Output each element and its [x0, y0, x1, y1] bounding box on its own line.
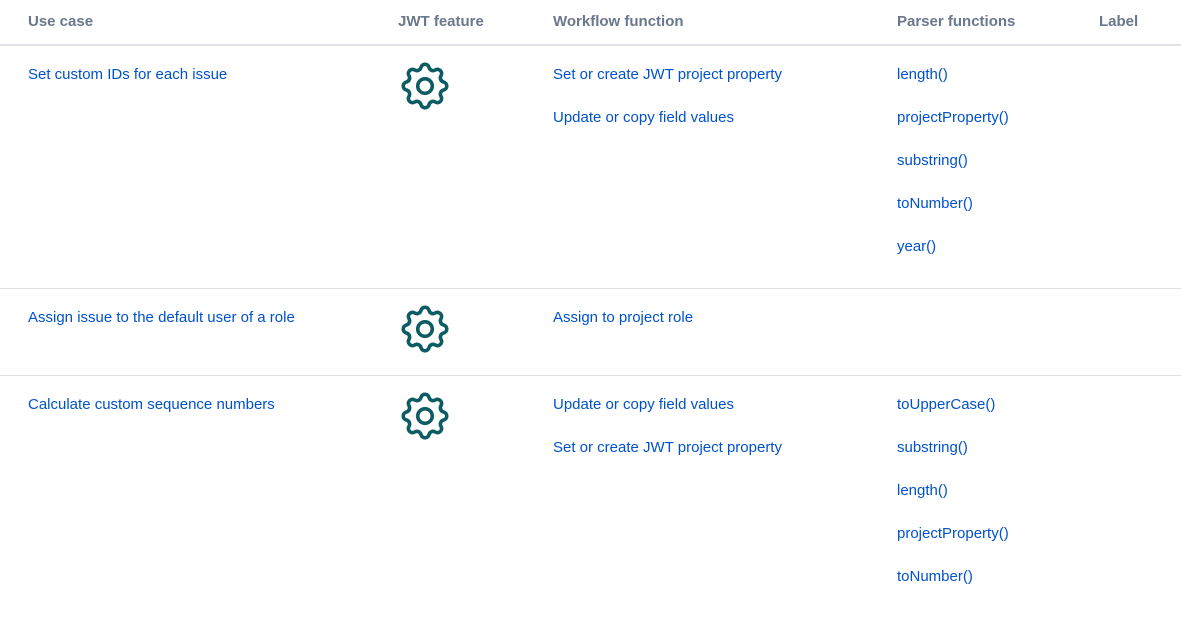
workflow-function-link[interactable]: Set or create JWT project property	[553, 66, 897, 84]
parser-function-link[interactable]: year()	[897, 238, 1099, 256]
header-label: Label	[1099, 0, 1181, 46]
header-workflow-function: Workflow function	[553, 0, 897, 46]
use-case-link[interactable]: Assign issue to the default user of a ro…	[28, 309, 398, 327]
gear-icon	[401, 304, 449, 353]
label-cell	[1099, 45, 1181, 288]
table-row: Set custom IDs for each issue Set or cre…	[0, 45, 1181, 288]
parser-function-link[interactable]: length()	[897, 66, 1099, 84]
parser-function-link[interactable]: toUpperCase()	[897, 396, 1099, 414]
workflow-function-link[interactable]: Set or create JWT project property	[553, 439, 897, 457]
header-jwt-feature: JWT feature	[398, 0, 553, 46]
parser-function-link[interactable]: length()	[897, 482, 1099, 500]
header-use-case: Use case	[0, 0, 398, 46]
parser-function-link[interactable]: toNumber()	[897, 568, 1099, 586]
parser-function-link[interactable]: substring()	[897, 439, 1099, 457]
gear-icon	[401, 62, 449, 110]
parser-function-link[interactable]: substring()	[897, 152, 1099, 170]
header-parser-functions: Parser functions	[897, 0, 1099, 46]
table-row: Calculate custom sequence numbers Update…	[0, 375, 1181, 617]
parser-function-link[interactable]: projectProperty()	[897, 525, 1099, 543]
parser-function-link[interactable]: toNumber()	[897, 195, 1099, 213]
label-cell	[1099, 288, 1181, 375]
label-cell	[1099, 375, 1181, 617]
workflow-function-link[interactable]: Update or copy field values	[553, 109, 897, 127]
parser-function-link[interactable]: projectProperty()	[897, 109, 1099, 127]
workflow-function-link[interactable]: Update or copy field values	[553, 396, 897, 414]
use-case-link[interactable]: Calculate custom sequence numbers	[28, 396, 398, 414]
use-case-link[interactable]: Set custom IDs for each issue	[28, 66, 398, 84]
table-row: Assign issue to the default user of a ro…	[0, 288, 1181, 375]
gear-icon	[401, 391, 449, 440]
parser-functions-cell	[897, 288, 1099, 375]
table-header-row: Use case JWT feature Workflow function P…	[0, 0, 1181, 46]
workflow-function-link[interactable]: Assign to project role	[553, 309, 897, 327]
use-case-table: Use case JWT feature Workflow function P…	[0, 0, 1181, 617]
